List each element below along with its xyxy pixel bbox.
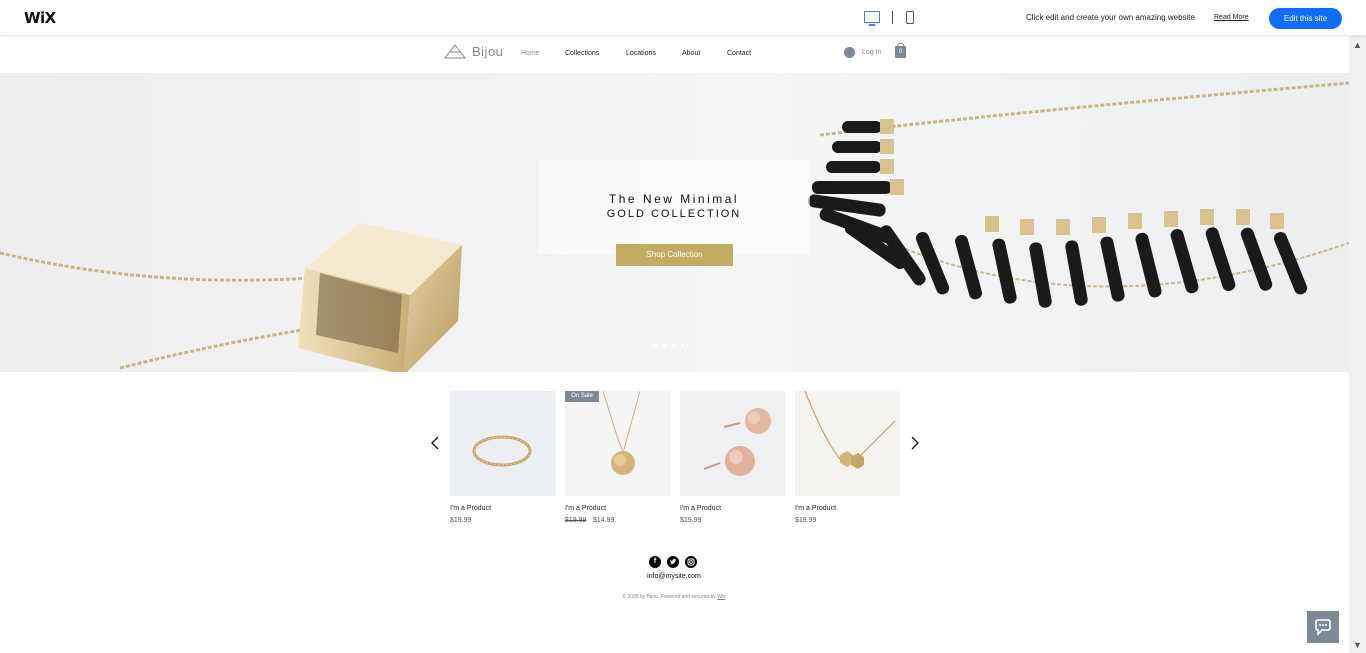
wix-link[interactable]: Wix xyxy=(717,594,725,600)
product-image-pendant[interactable] xyxy=(565,391,670,496)
product-name[interactable]: I'm a Product xyxy=(680,505,721,512)
product-image-ring[interactable] xyxy=(450,391,555,496)
chevron-right-icon[interactable] xyxy=(911,436,919,450)
product-sale-price: $14.99 xyxy=(593,517,615,524)
slide-dot[interactable] xyxy=(662,343,667,348)
chat-button[interactable] xyxy=(1307,611,1339,643)
hero-caption-box xyxy=(538,160,810,254)
cart-icon[interactable]: 0 xyxy=(895,43,906,58)
product-price: $19.99 xyxy=(450,517,472,524)
shop-collection-button[interactable]: Shop Collection xyxy=(616,244,733,266)
read-more-link[interactable]: Read More xyxy=(1214,14,1249,21)
device-separator xyxy=(892,11,893,24)
scroll-up-icon[interactable]: ▲ xyxy=(1353,40,1362,50)
nav-locations[interactable]: Locations xyxy=(626,50,656,57)
nav-collections[interactable]: Collections xyxy=(565,50,599,57)
chat-icon xyxy=(1315,619,1331,636)
product-name[interactable]: I'm a Product xyxy=(565,505,606,512)
site-header xyxy=(0,36,1349,73)
edit-site-button[interactable]: Edit this site xyxy=(1269,8,1342,29)
product-image-necklace[interactable] xyxy=(795,391,900,496)
product-price: $19.99 xyxy=(795,517,817,524)
facebook-icon[interactable]: f xyxy=(649,556,661,568)
nav-about[interactable]: About xyxy=(682,50,700,57)
user-icon[interactable] xyxy=(844,47,855,58)
product-old-price: $19.99 xyxy=(565,517,587,524)
scroll-down-icon[interactable]: ▼ xyxy=(1353,640,1362,650)
cart-count: 0 xyxy=(898,49,903,55)
instagram-icon[interactable] xyxy=(685,556,697,568)
hero-title-line1: The New Minimal xyxy=(608,192,740,206)
nav-home[interactable]: Home xyxy=(521,50,540,57)
chevron-left-icon[interactable] xyxy=(431,436,439,450)
contact-email[interactable]: info@mysite.com xyxy=(600,573,748,580)
product-name[interactable]: I'm a Product xyxy=(795,505,836,512)
copyright-label: © 2035 by Bijou. Powered and secured by xyxy=(622,594,716,600)
twitter-icon[interactable] xyxy=(667,556,679,568)
product-price: $19.99 xyxy=(680,517,702,524)
mobile-icon[interactable] xyxy=(906,11,914,24)
wix-message: Click edit and create your own amazing w… xyxy=(1026,13,1195,22)
brand-logo[interactable]: Bijou xyxy=(472,44,503,59)
slide-dot[interactable] xyxy=(652,343,657,348)
slide-dot-active[interactable] xyxy=(672,343,677,348)
hero-slideshow[interactable]: The New Minimal GOLD COLLECTION Shop Col… xyxy=(0,73,1349,372)
logo-triangle-icon[interactable] xyxy=(444,44,466,59)
copyright-text: © 2035 by Bijou. Powered and secured by … xyxy=(560,594,788,600)
desktop-icon[interactable] xyxy=(864,11,880,26)
product-image-earrings[interactable] xyxy=(680,391,785,496)
wix-top-bar: WiX Click edit and create your own amazi… xyxy=(0,0,1366,36)
wix-logo[interactable]: WiX xyxy=(24,9,56,27)
login-link[interactable]: Log In xyxy=(862,49,881,56)
slide-dot[interactable] xyxy=(682,342,688,349)
on-sale-badge: On Sale xyxy=(565,391,599,402)
hero-title-line2: GOLD COLLECTION xyxy=(606,208,742,220)
page-scrollbar[interactable] xyxy=(1349,36,1366,653)
nav-contact[interactable]: Contact xyxy=(727,50,751,57)
product-name[interactable]: I'm a Product xyxy=(450,505,491,512)
